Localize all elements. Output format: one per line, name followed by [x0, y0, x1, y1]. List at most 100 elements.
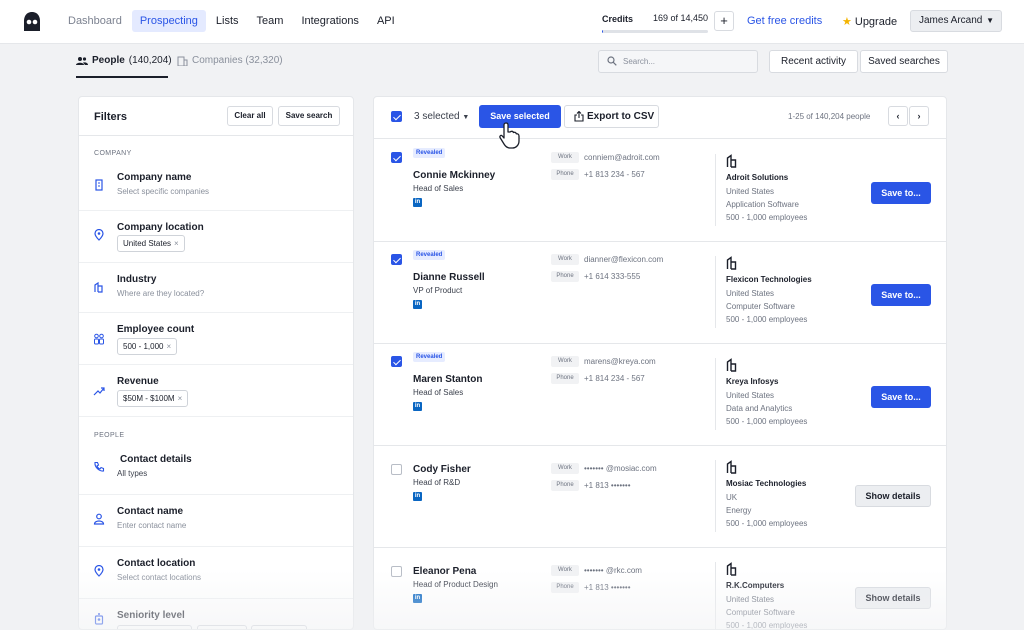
company-country: United States: [726, 289, 775, 298]
divider: [715, 256, 716, 328]
company-industry: Data and Analytics: [726, 404, 793, 413]
save-to-button[interactable]: Save to...: [871, 182, 931, 204]
company-name[interactable]: Flexicon Technologies: [726, 275, 812, 284]
filter-industry[interactable]: Industry Where are they located?: [79, 263, 353, 313]
filter-chip[interactable]: [197, 625, 247, 629]
work-email[interactable]: ••••••• @rkc.com: [584, 566, 642, 575]
filter-label: Contact details: [120, 454, 192, 465]
work-email[interactable]: conniem@adroit.com: [584, 153, 660, 162]
nav-api[interactable]: API: [369, 10, 403, 32]
row-checkbox[interactable]: [391, 566, 402, 577]
saved-searches-button[interactable]: Saved searches: [860, 50, 948, 73]
company-building-icon: [726, 562, 737, 576]
search-input[interactable]: Search...: [598, 50, 758, 73]
export-csv-button[interactable]: Export to CSV: [564, 105, 659, 128]
filter-placeholder: Select specific companies: [117, 187, 210, 196]
add-credits-button[interactable]: +: [714, 11, 734, 31]
filter-placeholder: Enter contact name: [117, 521, 187, 530]
company-name[interactable]: Kreya Infosys: [726, 377, 778, 386]
clear-all-button[interactable]: Clear all: [227, 106, 273, 126]
company-country: United States: [726, 595, 775, 604]
contact-name[interactable]: Maren Stanton: [413, 374, 482, 385]
row-checkbox[interactable]: [391, 464, 402, 475]
linkedin-icon[interactable]: in: [413, 492, 422, 501]
filter-company-name[interactable]: Company name Select specific companies: [79, 161, 353, 211]
row-checkbox[interactable]: [391, 254, 402, 265]
table-row[interactable]: Revealed Connie Mckinney Head of Sales i…: [374, 140, 946, 242]
work-email[interactable]: marens@kreya.com: [584, 357, 656, 366]
linkedin-icon[interactable]: in: [413, 198, 422, 207]
contact-name[interactable]: Connie Mckinney: [413, 170, 495, 181]
show-details-button[interactable]: Show details: [855, 587, 931, 609]
work-email[interactable]: dianner@flexicon.com: [584, 255, 663, 264]
industry-icon: [94, 281, 103, 293]
table-row[interactable]: Revealed Dianne Russell VP of Product in…: [374, 242, 946, 344]
get-free-credits-link[interactable]: Get free credits: [747, 15, 822, 27]
close-icon[interactable]: ×: [166, 342, 171, 351]
recent-activity-button[interactable]: Recent activity: [769, 50, 858, 73]
table-row[interactable]: Revealed Maren Stanton Head of Sales in …: [374, 344, 946, 446]
company-country: United States: [726, 187, 775, 196]
nav-integrations[interactable]: Integrations: [293, 10, 366, 32]
phone-number[interactable]: +1 614 333-555: [584, 272, 640, 281]
company-size: 500 - 1,000 employees: [726, 621, 808, 630]
filter-revenue[interactable]: Revenue $50M - $100M ×: [79, 365, 353, 417]
previous-page-button[interactable]: ‹: [888, 106, 908, 126]
save-to-button[interactable]: Save to...: [871, 284, 931, 306]
work-label: Work: [551, 463, 579, 474]
company-name[interactable]: Adroit Solutions: [726, 173, 788, 182]
contact-name[interactable]: Dianne Russell: [413, 272, 485, 283]
nav-prospecting[interactable]: Prospecting: [131, 10, 206, 32]
filter-contact-name[interactable]: Contact name Enter contact name: [79, 495, 353, 547]
linkedin-icon[interactable]: in: [413, 402, 422, 411]
filter-chip[interactable]: United States ×: [117, 235, 185, 252]
contact-name[interactable]: Eleanor Pena: [413, 566, 476, 577]
divider: [715, 154, 716, 226]
upgrade-link[interactable]: ★ Upgrade: [842, 15, 897, 28]
user-name: James Arcand: [919, 15, 983, 26]
filter-seniority-level[interactable]: Seniority level: [79, 599, 353, 629]
filter-company-location[interactable]: Company location United States ×: [79, 211, 353, 263]
user-menu-button[interactable]: James Arcand ▼: [910, 10, 1002, 32]
company-name[interactable]: R.K.Computers: [726, 581, 784, 590]
nav-lists[interactable]: Lists: [208, 10, 247, 32]
close-icon[interactable]: ×: [178, 394, 183, 403]
nav-team[interactable]: Team: [249, 10, 292, 32]
nav-dashboard[interactable]: Dashboard: [60, 10, 130, 32]
linkedin-icon[interactable]: in: [413, 594, 422, 603]
save-search-button[interactable]: Save search: [278, 106, 340, 126]
table-row[interactable]: Eleanor Pena Head of Product Design in W…: [374, 548, 946, 630]
tab-people[interactable]: People (140,204): [76, 55, 172, 66]
phone-number[interactable]: +1 813 234 - 567: [584, 170, 645, 179]
close-icon[interactable]: ×: [174, 239, 179, 248]
tab-companies-label: Companies (32,320): [192, 55, 283, 66]
show-details-button[interactable]: Show details: [855, 485, 931, 507]
table-row[interactable]: Cody Fisher Head of R&D in Work ••••••• …: [374, 446, 946, 548]
filter-chip[interactable]: [117, 625, 192, 629]
phone-number[interactable]: +1 813 •••••••: [584, 481, 631, 490]
filter-contact-details[interactable]: Contact details All types: [79, 443, 353, 495]
filter-chip[interactable]: [251, 625, 307, 629]
contact-title: Head of Sales: [413, 388, 464, 397]
next-page-button[interactable]: ›: [909, 106, 929, 126]
filter-contact-location[interactable]: Contact location Select contact location…: [79, 547, 353, 599]
filter-chip[interactable]: 500 - 1,000 ×: [117, 338, 178, 355]
app-logo-icon[interactable]: [22, 11, 42, 33]
filter-employee-count[interactable]: Employee count 500 - 1,000 ×: [79, 313, 353, 365]
row-checkbox[interactable]: [391, 152, 402, 163]
credits-label: Credits: [602, 14, 634, 24]
contact-name[interactable]: Cody Fisher: [413, 464, 471, 475]
filter-chip[interactable]: $50M - $100M ×: [117, 390, 189, 407]
select-all-checkbox[interactable]: [391, 111, 402, 122]
save-to-button[interactable]: Save to...: [871, 386, 931, 408]
linkedin-icon[interactable]: in: [413, 300, 422, 309]
filter-label: Revenue: [117, 376, 159, 387]
tab-companies[interactable]: Companies (32,320): [177, 55, 283, 66]
row-checkbox[interactable]: [391, 356, 402, 367]
selection-dropdown[interactable]: 3 selected ▼: [414, 111, 469, 122]
company-name[interactable]: Mosiac Technologies: [726, 479, 806, 488]
phone-number[interactable]: +1 814 234 - 567: [584, 374, 645, 383]
phone-number[interactable]: +1 813 •••••••: [584, 583, 631, 592]
badge-icon: [94, 613, 104, 625]
work-email[interactable]: ••••••• @mosiac.com: [584, 464, 657, 473]
